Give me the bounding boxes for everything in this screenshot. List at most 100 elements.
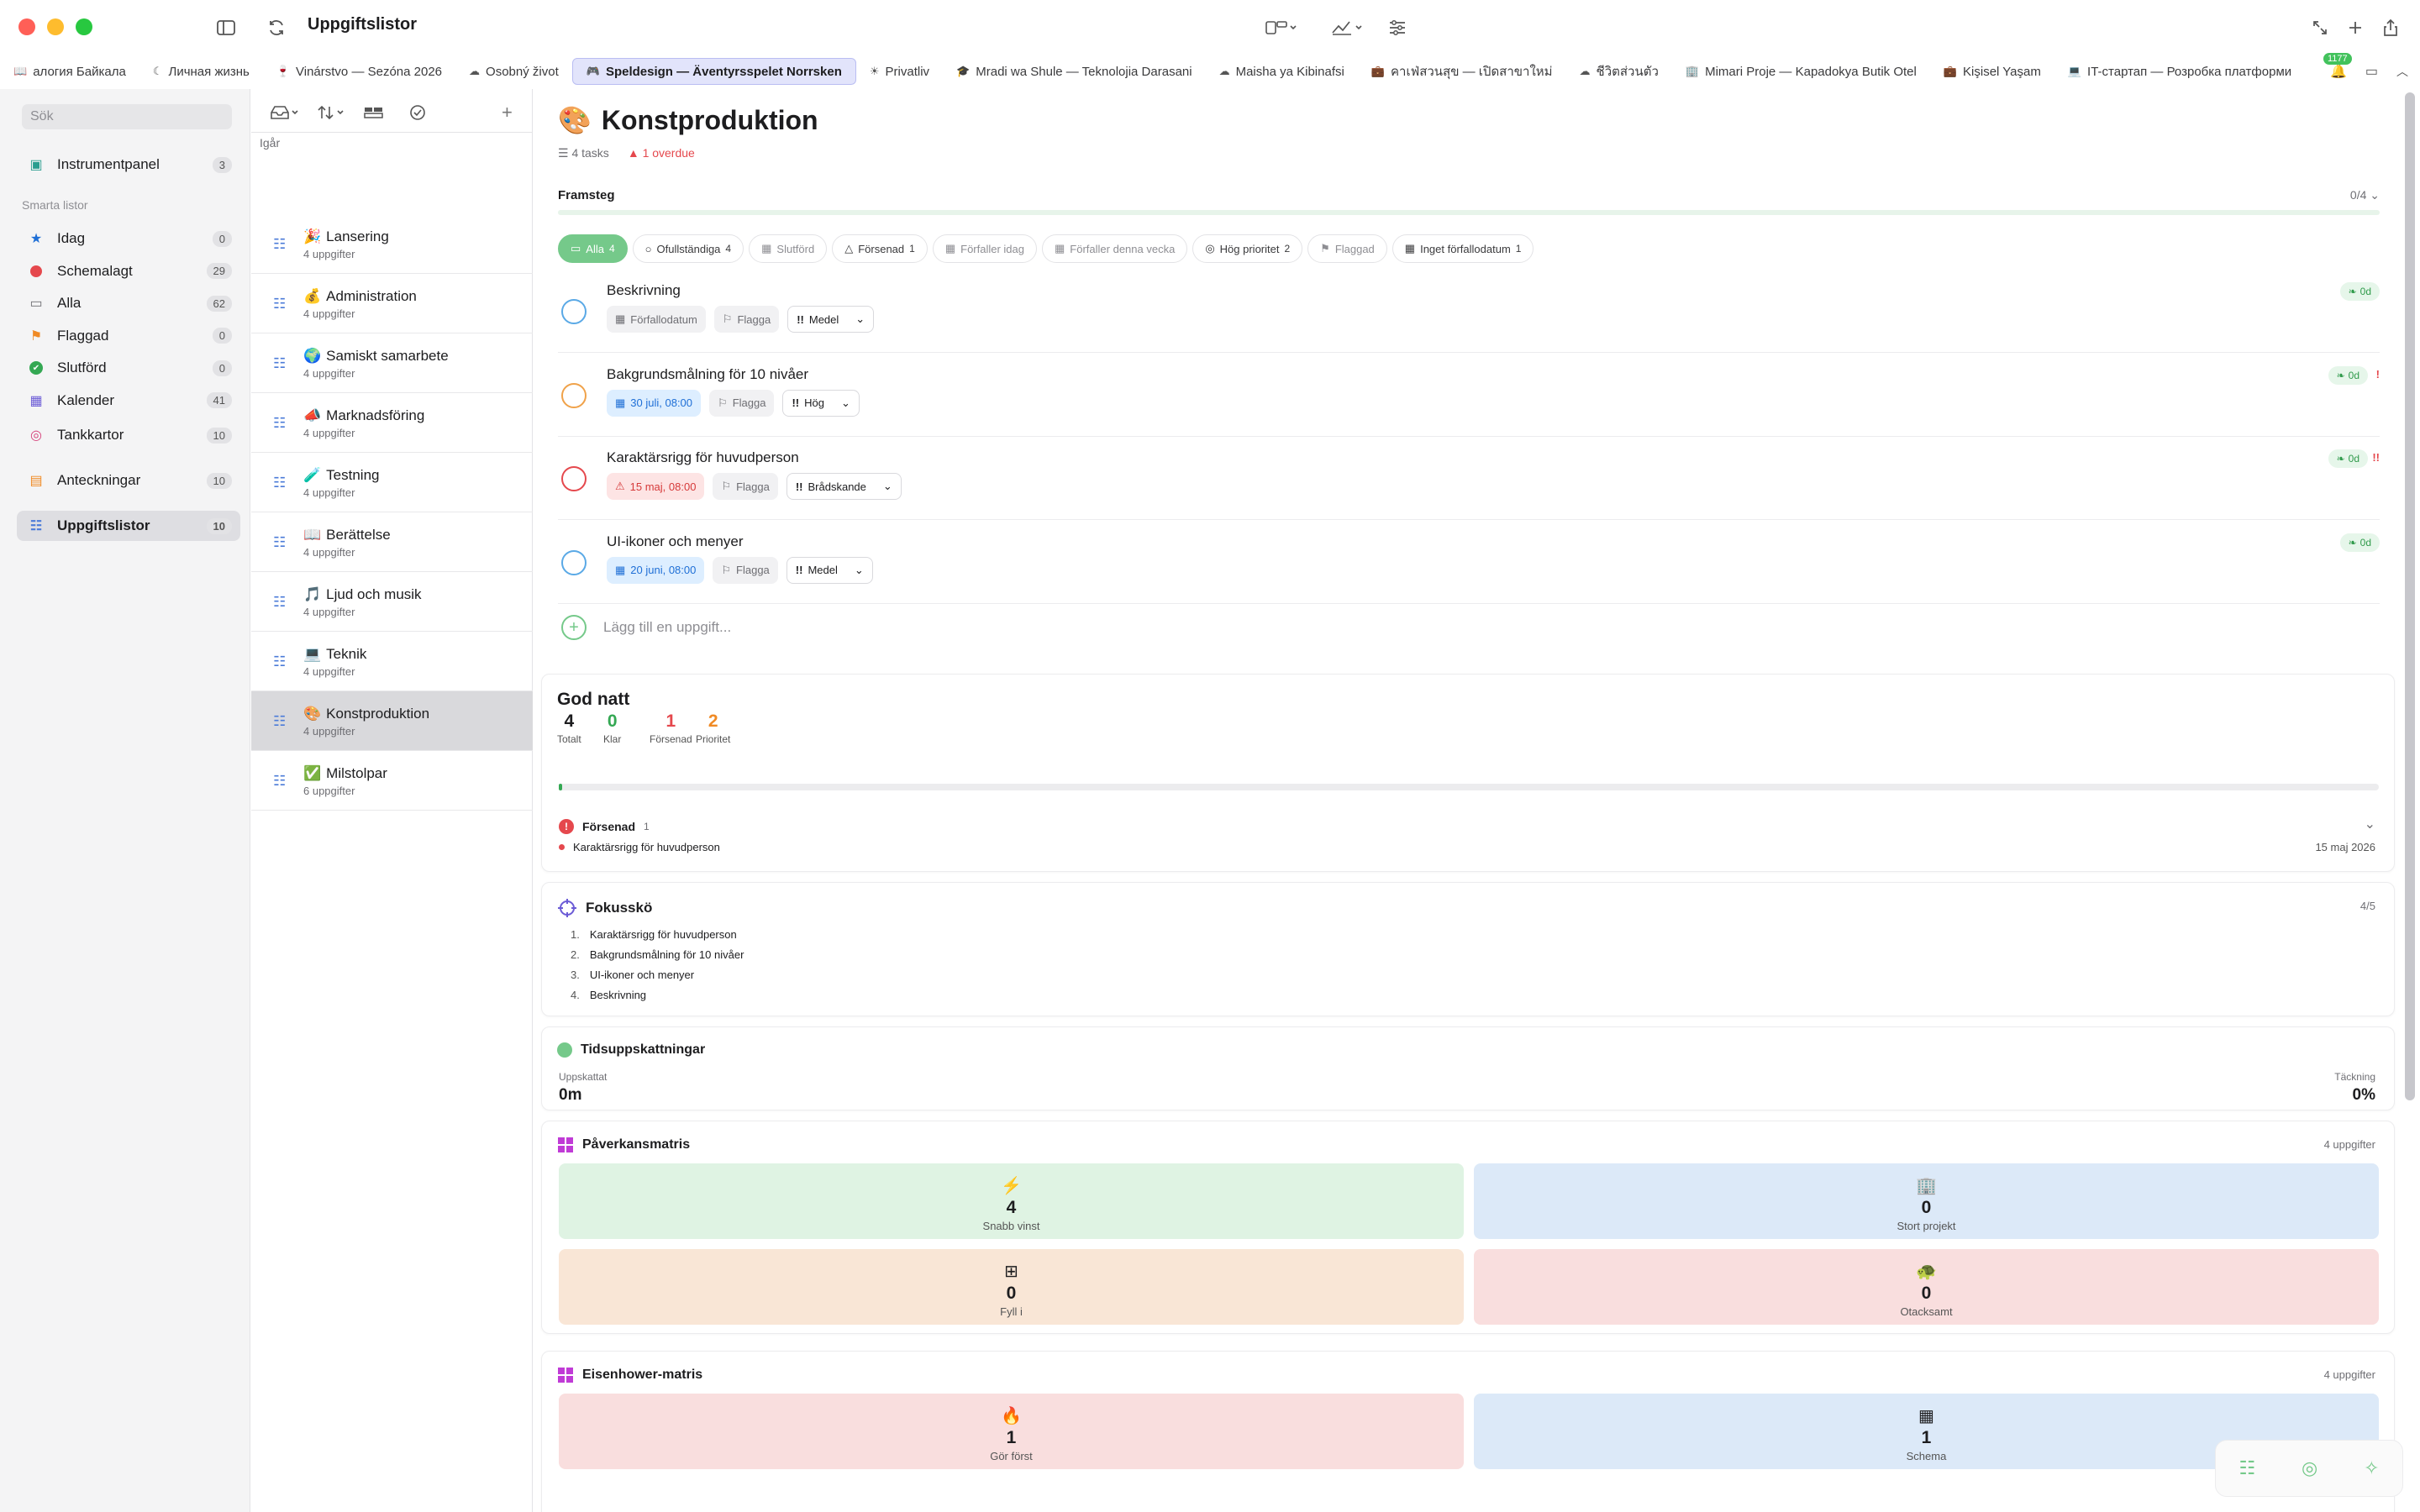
add-list-icon[interactable]: + [502,99,513,126]
filter-chip[interactable]: ◎ Hög prioritet 2 [1192,234,1303,263]
priority-select[interactable]: !! Brådskande ⌄ [786,473,902,500]
chart-icon[interactable] [1326,13,1370,42]
sidebar-item-notes[interactable]: ▤ Anteckningar 10 [17,465,240,496]
task-row[interactable]: UI-ikoner och menyer ▦ 20 juni, 08:00 ⚐ Flag… [558,520,2380,604]
focus-item[interactable]: 4. Beskrivning [571,989,646,1001]
sidebar-item-alla[interactable]: ▭ Alla 62 [17,288,240,318]
zoom-window-button[interactable] [76,18,92,35]
task-checkbox[interactable] [561,549,587,575]
sidebar-item-flaggad[interactable]: ⚑ Flaggad 0 [17,321,240,351]
matrix-quadrant[interactable]: 🏢 0 Stort projekt [1474,1163,2379,1239]
priority-select[interactable]: !! Medel ⌄ [787,306,875,333]
view-switcher-icon[interactable] [1260,13,1304,42]
list-item[interactable]: ☷ 💰 Administration 4 uppgifter [251,274,533,333]
new-tab-icon[interactable] [2341,13,2370,42]
matrix-quadrant[interactable]: 🔥 1 Gör först [559,1394,1464,1469]
task-title[interactable]: UI-ikoner och menyer [607,533,744,550]
matrix-quadrant[interactable]: ⚡ 4 Snabb vinst [559,1163,1464,1239]
task-checkbox[interactable] [561,382,587,408]
tab-0[interactable]: 📖 алогия Байкала [0,58,139,85]
minimize-window-button[interactable] [47,18,64,35]
chevron-up-icon[interactable]: ︿ [2396,63,2408,80]
tab-12[interactable]: 💻 IT-стартап — Розробка платформи [2054,58,2305,85]
task-checkbox[interactable] [561,299,587,324]
focus-item[interactable]: 3. UI-ikoner och menyer [571,969,694,981]
sidebar-item-slutförd[interactable]: ✔ Slutförd 0 [17,353,240,383]
tab-11[interactable]: 💼 Kişisel Yaşam [1930,58,2054,85]
list-item[interactable]: ☷ 📖 Berättelse 4 uppgifter [251,512,533,572]
filter-sliders-icon[interactable] [1383,13,1412,42]
tab-1[interactable]: ☾ Личная жизнь [139,58,263,85]
sidebar-toggle-icon[interactable] [212,13,240,42]
due-date-button[interactable]: ⚠ 15 maj, 08:00 [607,473,705,500]
sidebar-item-tasklists[interactable]: ☷ Uppgiftslistor 10 [17,511,240,541]
magic-wand-icon[interactable]: ✧ [2364,1457,2379,1479]
overdue-task-row[interactable]: Karaktärsrigg för huvudperson [559,841,720,853]
due-date-button[interactable]: ▦ Förfallodatum [607,306,706,333]
list-item[interactable]: ☷ 🧪 Testning 4 uppgifter [251,453,533,512]
task-title[interactable]: Beskrivning [607,282,681,299]
focus-item[interactable]: 1. Karaktärsrigg för huvudperson [571,928,737,941]
tab-8[interactable]: 💼 คาเฟ่สวนสุข — เปิดสาขาใหม่ [1358,58,1566,85]
filter-chip[interactable]: ▦ Slutförd [749,234,828,263]
sync-icon[interactable] [262,13,291,42]
matrix-quadrant[interactable]: ⊞ 0 Fyll i [559,1249,1464,1325]
sidebar-item-mindmaps[interactable]: ◎ Tankkartor 10 [17,420,240,450]
tab-7[interactable]: ☁ Maisha ya Kibinafsi [1206,58,1358,85]
filter-chip[interactable]: ▦ Inget förfallodatum 1 [1392,234,1534,263]
due-date-button[interactable]: ▦ 30 juli, 08:00 [607,389,702,417]
flag-button[interactable]: ⚐ Flagga [713,473,778,500]
tab-10[interactable]: 🏢 Mimari Proje — Kapadokya Butik Otel [1672,58,1930,85]
list-item[interactable]: ☷ 💻 Teknik 4 uppgifter [251,632,533,691]
sort-icon[interactable] [317,99,347,126]
sidebar-item-kalender[interactable]: ▦ Kalender 41 [17,386,240,416]
filter-chip[interactable]: ▭ Alla 4 [558,234,628,263]
filter-chip[interactable]: ⚑ Flaggad [1307,234,1387,263]
priority-select[interactable]: !! Medel ⌄ [786,556,873,584]
tab-9[interactable]: ☁ ชีวิตส่วนตัว [1566,58,1672,85]
fullscreen-icon[interactable] [2306,13,2334,42]
progress-section[interactable]: Framsteg 0/4 ⌄ [558,188,2380,202]
panel-icon[interactable]: ▭ [2365,63,2378,80]
group-icon[interactable] [364,99,384,126]
sidebar-item-dashboard[interactable]: ▣ Instrumentpanel 3 [17,150,240,180]
task-row[interactable]: Beskrivning ▦ Förfallodatum ⚐ Flagga!! Medel ⌄… [558,269,2380,353]
flag-button[interactable]: ⚐ Flagga [709,389,775,417]
tab-6[interactable]: 🎓 Mradi wa Shule — Teknolojia Darasani [943,58,1206,85]
list-item[interactable]: ☷ 🎨 Konstproduktion 4 uppgifter [251,691,533,751]
tab-2[interactable]: 🍷 Vinárstvo — Sezóna 2026 [263,58,455,85]
close-window-button[interactable] [18,18,35,35]
brain-icon[interactable]: ◎ [2302,1457,2317,1479]
list-item[interactable]: ☷ 🌍 Samiskt samarbete 4 uppgifter [251,333,533,393]
overdue-section[interactable]: ! Försenad 1 [559,819,650,834]
chevron-down-icon[interactable]: ⌄ [2365,816,2375,832]
sidebar-item-idag[interactable]: ★ Idag 0 [17,223,240,254]
matrix-quadrant[interactable]: 🐢 0 Otacksamt [1474,1249,2379,1325]
task-checkbox[interactable] [561,466,587,491]
add-task-input[interactable]: Lägg till en uppgift... [603,619,731,636]
task-title[interactable]: Karaktärsrigg för huvudperson [607,449,799,466]
list-view-icon[interactable]: ☷ [2238,1457,2255,1479]
task-title[interactable]: Bakgrundsmålning för 10 nivåer [607,366,808,383]
task-row[interactable]: Karaktärsrigg för huvudperson ⚠ 15 maj, 08… [558,436,2380,520]
flag-button[interactable]: ⚐ Flagga [713,556,778,584]
due-date-button[interactable]: ▦ 20 juni, 08:00 [607,556,705,584]
inbox-menu-icon[interactable] [270,99,300,126]
scrollbar[interactable] [2405,92,2415,1100]
tab-5[interactable]: ☀ Privatliv [856,58,943,85]
filter-chip[interactable]: △ Försenad 1 [832,234,928,263]
add-task-row[interactable]: + Lägg till en uppgift... [558,615,731,640]
filter-chip[interactable]: ▦ Förfaller idag [932,234,1037,263]
filter-chip[interactable]: ○ Ofullständiga 4 [632,234,744,263]
list-item[interactable]: ☷ ✅ Milstolpar 6 uppgifter [251,751,533,811]
notifications-button[interactable]: 🔔 1177 [2323,53,2352,80]
filter-chip[interactable]: ▦ Förfaller denna vecka [1042,234,1188,263]
sidebar-item-schemalagt[interactable]: Schemalagt 29 [17,256,240,286]
focus-item[interactable]: 2. Bakgrundsmålning för 10 nivåer [571,948,744,961]
list-item[interactable]: ☷ 🎵 Ljud och musik 4 uppgifter [251,572,533,632]
share-icon[interactable] [2376,13,2405,42]
tab-4[interactable]: 🎮 Speldesign — Äventyrsspelet Norrsken [571,58,856,85]
tab-3[interactable]: ☁ Osobný život [455,58,572,85]
check-filter-icon[interactable] [409,99,426,126]
list-item[interactable]: ☷ 🎉 Lansering 4 uppgifter [251,214,533,274]
